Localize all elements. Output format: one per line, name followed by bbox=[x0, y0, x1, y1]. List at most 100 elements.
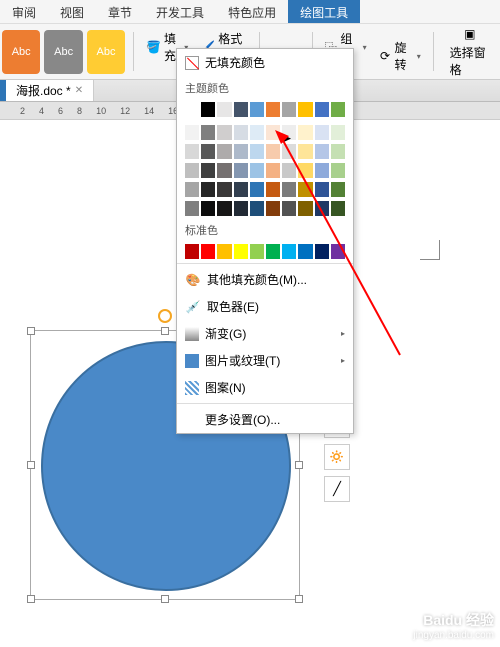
color-swatch[interactable] bbox=[250, 163, 264, 178]
color-swatch[interactable] bbox=[250, 244, 264, 259]
color-swatch[interactable] bbox=[234, 182, 248, 197]
color-swatch[interactable] bbox=[234, 102, 248, 117]
color-swatch[interactable] bbox=[185, 201, 199, 216]
color-swatch[interactable] bbox=[185, 244, 199, 259]
color-swatch[interactable] bbox=[185, 102, 199, 117]
color-swatch[interactable] bbox=[315, 125, 329, 140]
resize-handle-mr[interactable] bbox=[295, 461, 303, 469]
shape-style-preset-1[interactable]: Abc bbox=[2, 30, 40, 74]
color-swatch[interactable] bbox=[298, 201, 312, 216]
color-swatch[interactable] bbox=[217, 102, 231, 117]
tab-view[interactable]: 视图 bbox=[48, 0, 96, 23]
color-swatch[interactable] bbox=[331, 102, 345, 117]
color-swatch[interactable] bbox=[217, 244, 231, 259]
color-swatch[interactable] bbox=[217, 125, 231, 140]
color-swatch[interactable] bbox=[315, 201, 329, 216]
color-swatch[interactable] bbox=[266, 102, 280, 117]
side-tool-3[interactable]: 🔅 bbox=[324, 444, 350, 470]
color-swatch[interactable] bbox=[315, 163, 329, 178]
color-swatch[interactable] bbox=[282, 201, 296, 216]
color-swatch[interactable] bbox=[282, 125, 296, 140]
color-swatch[interactable] bbox=[250, 201, 264, 216]
color-swatch[interactable] bbox=[331, 125, 345, 140]
color-swatch[interactable] bbox=[185, 125, 199, 140]
resize-handle-tm[interactable] bbox=[161, 327, 169, 335]
color-swatch[interactable] bbox=[315, 144, 329, 159]
color-swatch[interactable] bbox=[234, 125, 248, 140]
color-swatch[interactable] bbox=[266, 163, 280, 178]
color-swatch[interactable] bbox=[185, 144, 199, 159]
color-swatch[interactable] bbox=[201, 244, 215, 259]
color-swatch[interactable] bbox=[315, 182, 329, 197]
more-settings-option[interactable]: 更多设置(O)... bbox=[177, 406, 353, 433]
color-swatch[interactable] bbox=[217, 144, 231, 159]
tab-review[interactable]: 审阅 bbox=[0, 0, 48, 23]
eyedropper-option[interactable]: 💉 取色器(E) bbox=[177, 293, 353, 320]
color-swatch[interactable] bbox=[201, 163, 215, 178]
color-swatch[interactable] bbox=[315, 102, 329, 117]
select-pane-button[interactable]: ▣ 选择窗格 bbox=[444, 24, 496, 80]
color-swatch[interactable] bbox=[282, 163, 296, 178]
color-swatch[interactable] bbox=[266, 201, 280, 216]
shape-style-preset-3[interactable]: Abc bbox=[87, 30, 125, 74]
color-swatch[interactable] bbox=[217, 182, 231, 197]
color-swatch[interactable] bbox=[250, 182, 264, 197]
resize-handle-bm[interactable] bbox=[161, 595, 169, 603]
color-swatch[interactable] bbox=[266, 244, 280, 259]
more-colors-option[interactable]: 🎨 其他填充颜色(M)... bbox=[177, 266, 353, 293]
document-tab[interactable]: 海报.doc * ✕ bbox=[6, 80, 94, 101]
color-swatch[interactable] bbox=[234, 244, 248, 259]
color-swatch[interactable] bbox=[331, 163, 345, 178]
color-swatch[interactable] bbox=[298, 144, 312, 159]
color-swatch[interactable] bbox=[282, 182, 296, 197]
no-fill-option[interactable]: 无填充颜色 bbox=[177, 49, 353, 76]
color-swatch[interactable] bbox=[282, 144, 296, 159]
color-swatch[interactable] bbox=[266, 144, 280, 159]
color-swatch[interactable] bbox=[331, 144, 345, 159]
pattern-option[interactable]: 图案(N) bbox=[177, 374, 353, 401]
color-swatch[interactable] bbox=[298, 125, 312, 140]
color-swatch[interactable] bbox=[331, 182, 345, 197]
color-swatch[interactable] bbox=[201, 201, 215, 216]
color-swatch[interactable] bbox=[298, 163, 312, 178]
color-swatch[interactable] bbox=[250, 102, 264, 117]
color-swatch[interactable] bbox=[217, 201, 231, 216]
color-swatch[interactable] bbox=[250, 144, 264, 159]
tab-drawing-tools[interactable]: 绘图工具 bbox=[288, 0, 360, 23]
tab-chapter[interactable]: 章节 bbox=[96, 0, 144, 23]
shape-style-preset-2[interactable]: Abc bbox=[44, 30, 82, 74]
color-swatch[interactable] bbox=[234, 144, 248, 159]
side-tool-4[interactable]: ╱ bbox=[324, 476, 350, 502]
color-swatch[interactable] bbox=[201, 102, 215, 117]
rotate-dropdown[interactable]: ⟳ 旋转▾ bbox=[373, 37, 427, 75]
color-swatch[interactable] bbox=[298, 102, 312, 117]
color-swatch[interactable] bbox=[266, 125, 280, 140]
tab-featured[interactable]: 特色应用 bbox=[216, 0, 288, 23]
color-swatch[interactable] bbox=[282, 244, 296, 259]
color-swatch[interactable] bbox=[250, 125, 264, 140]
texture-option[interactable]: 图片或纹理(T) ▸ bbox=[177, 347, 353, 374]
close-tab-icon[interactable]: ✕ bbox=[75, 85, 83, 96]
color-swatch[interactable] bbox=[298, 244, 312, 259]
color-swatch[interactable] bbox=[266, 182, 280, 197]
resize-handle-bl[interactable] bbox=[27, 595, 35, 603]
color-swatch[interactable] bbox=[185, 182, 199, 197]
color-swatch[interactable] bbox=[185, 163, 199, 178]
tab-developer[interactable]: 开发工具 bbox=[144, 0, 216, 23]
color-swatch[interactable] bbox=[315, 244, 329, 259]
resize-handle-tl[interactable] bbox=[27, 327, 35, 335]
resize-handle-ml[interactable] bbox=[27, 461, 35, 469]
gradient-option[interactable]: 渐变(G) ▸ bbox=[177, 320, 353, 347]
color-swatch[interactable] bbox=[201, 144, 215, 159]
resize-handle-br[interactable] bbox=[295, 595, 303, 603]
color-swatch[interactable] bbox=[217, 163, 231, 178]
color-swatch[interactable] bbox=[201, 182, 215, 197]
color-swatch[interactable] bbox=[298, 182, 312, 197]
color-swatch[interactable] bbox=[234, 201, 248, 216]
color-swatch[interactable] bbox=[201, 125, 215, 140]
rotate-handle[interactable] bbox=[158, 309, 172, 323]
color-swatch[interactable] bbox=[331, 201, 345, 216]
color-swatch[interactable] bbox=[234, 163, 248, 178]
color-swatch[interactable] bbox=[282, 102, 296, 117]
color-swatch[interactable] bbox=[331, 244, 345, 259]
